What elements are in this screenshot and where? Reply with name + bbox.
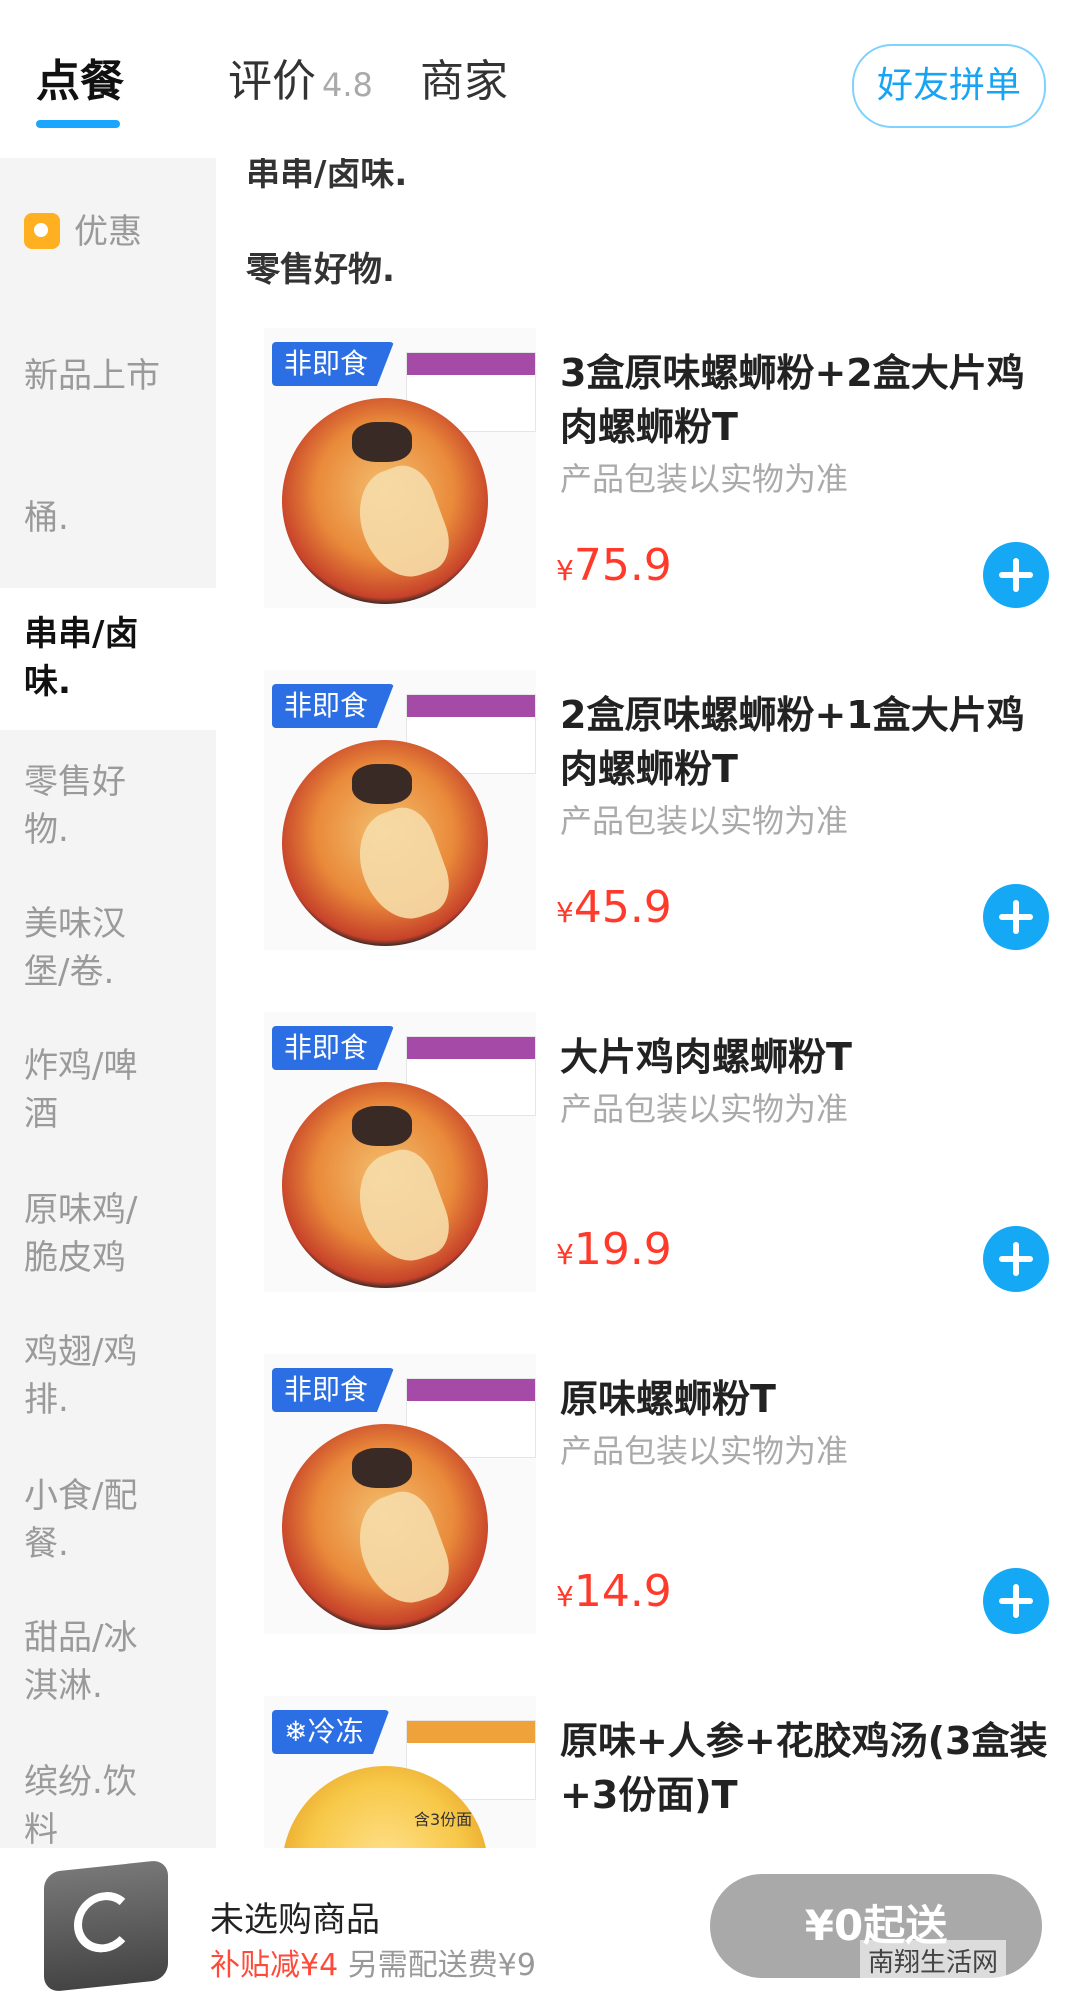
currency-symbol: ¥ [556,1238,574,1271]
currency-symbol: ¥ [556,896,574,929]
product-tag: 非即食 [272,1026,395,1070]
sidebar-item-label: 优惠 [74,212,142,252]
subsidy-text: 补贴减¥4 [210,1948,339,1983]
cart-bar: 未选购商品 补贴减¥4 另需配送费¥9 ¥0起送 南翔生活网 [0,1848,1080,2004]
price-value: 75.9 [573,540,672,591]
noodle-bowl-image [282,1082,488,1288]
watermark: 南翔生活网 [860,1940,1007,1981]
sidebar-item-bucket[interactable]: 桶. [0,494,216,542]
noodle-bowl-image [282,398,488,604]
product-image: ❄冷冻 含3份面 [264,1696,536,1848]
sidebar-item-label: 零售好物. [24,762,126,850]
noodle-bowl-image [282,1424,488,1630]
sidebar-item-retail[interactable]: 零售好物. [0,758,216,854]
product-desc: 产品包装以实物为准 [560,1432,849,1470]
logo-e-icon [74,1889,134,1956]
add-to-cart-button[interactable] [983,884,1049,950]
currency-symbol: ¥ [556,1580,574,1613]
sidebar-item-label: 原味鸡/脆皮鸡 [24,1190,138,1278]
product-price: ¥19.9 [556,1224,672,1275]
product-desc: 产品包装以实物为准 [560,1090,849,1128]
tab-order[interactable]: 点餐 [36,52,124,112]
product-desc: 产品包装以实物为准 [560,802,849,840]
category-heading: 串串/卤味. [246,158,408,194]
product-image: 非即食 [264,1354,536,1634]
tab-reviews[interactable]: 评价 4.8 [228,52,373,115]
tab-merchant[interactable]: 商家 [420,52,508,112]
sidebar-item-label: 美味汉堡/卷. [24,904,126,992]
sidebar-item-new[interactable]: 新品上市 [0,352,216,400]
price-value: 19.9 [573,1224,672,1275]
product-price: ¥75.9 [556,540,672,591]
product-desc: 产品包装以实物为准 [560,460,849,498]
add-to-cart-button[interactable] [983,1226,1049,1292]
product-card[interactable]: 非即食 3盒原味螺蛳粉+2盒大片鸡肉螺蛳粉T 产品包装以实物为准 ¥75.9 [216,328,1080,628]
product-card[interactable]: 非即食 2盒原味螺蛳粉+1盒大片鸡肉螺蛳粉T 产品包装以实物为准 ¥45.9 [216,670,1080,970]
add-to-cart-button[interactable] [983,542,1049,608]
cart-icon[interactable] [44,1859,168,1993]
product-price: ¥14.9 [556,1566,672,1617]
product-name: 大片鸡肉螺蛳粉T [560,1035,852,1079]
product-tag: 非即食 [272,342,395,386]
price-value: 45.9 [573,882,672,933]
price-value: 14.9 [573,1566,672,1617]
tab-order-label: 点餐 [36,56,124,107]
delivery-fee-text: 另需配送费¥9 [347,1948,536,1983]
product-image: 非即食 [264,670,536,950]
tab-active-indicator [36,120,120,128]
tab-reviews-label: 评价 [228,56,316,107]
product-price: ¥45.9 [556,882,672,933]
product-card[interactable]: 非即食 大片鸡肉螺蛳粉T 产品包装以实物为准 ¥19.9 [216,1012,1080,1312]
add-to-cart-button[interactable] [983,1568,1049,1634]
product-tag: 非即食 [272,1368,395,1412]
category-sidebar: 优惠 新品上市 桶. 串串/卤味. 零售好物. 美味汉堡/卷. 炸鸡/啤酒 原味… [0,158,216,1848]
sidebar-item-skewers[interactable]: 串串/卤味. [0,588,216,730]
product-name: 原味螺蛳粉T [560,1377,776,1421]
product-image: 非即食 [264,328,536,608]
sidebar-item-desserts[interactable]: 甜品/冰淇淋. [0,1614,216,1710]
delivery-info: 补贴减¥4 另需配送费¥9 [210,1940,536,1984]
sidebar-item-wings[interactable]: 鸡翅/鸡排. [0,1328,216,1424]
product-name: 原味+人参+花胶鸡汤(3盒装+3份面)T [560,1719,1048,1817]
package-note: 含3份面 [414,1810,473,1829]
cart-status: 未选购商品 [210,1900,380,1940]
product-card[interactable]: 非即食 原味螺蛳粉T 产品包装以实物为准 ¥14.9 [216,1354,1080,1654]
sidebar-item-snacks[interactable]: 小食/配餐. [0,1472,216,1568]
product-name: 2盒原味螺蛳粉+1盒大片鸡肉螺蛳粉T [560,693,1025,791]
product-tag: 非即食 [272,684,395,728]
product-list: 串串/卤味. 零售好物. 非即食 3盒原味螺蛳粉+2盒大片鸡肉螺蛳粉T 产品包装… [216,158,1080,1848]
sidebar-item-label: 小食/配餐. [24,1476,138,1564]
sidebar-item-label: 缤纷.饮料 [24,1762,137,1848]
group-order-button[interactable]: 好友拼单 [852,44,1046,128]
product-tag: ❄冷冻 [272,1710,390,1754]
currency-symbol: ¥ [556,554,574,587]
category-heading: 零售好物. [246,250,395,290]
sidebar-item-label: 炸鸡/啤酒 [24,1046,138,1134]
sidebar-item-label: 桶. [24,498,69,538]
rating-score: 4.8 [322,66,373,104]
sidebar-item-original-chicken[interactable]: 原味鸡/脆皮鸡 [0,1186,216,1282]
product-image: 非即食 [264,1012,536,1292]
sidebar-item-label: 串串/卤味. [24,614,139,702]
tag-icon [24,212,60,249]
tab-merchant-label: 商家 [420,56,508,107]
sidebar-item-label: 鸡翅/鸡排. [24,1332,138,1420]
sidebar-item-drinks[interactable]: 缤纷.饮料 [0,1758,216,1848]
top-tab-bar: 点餐 评价 4.8 商家 好友拼单 [0,0,1080,158]
sidebar-item-burgers[interactable]: 美味汉堡/卷. [0,900,216,996]
sidebar-item-promo[interactable]: 优惠 [0,208,216,256]
product-card[interactable]: ❄冷冻 含3份面 原味+人参+花胶鸡汤(3盒装+3份面)T [216,1696,1080,1848]
sidebar-item-fried-chicken[interactable]: 炸鸡/啤酒 [0,1042,216,1138]
sidebar-item-label: 新品上市 [24,356,160,396]
noodle-bowl-image [282,740,488,946]
sidebar-item-label: 甜品/冰淇淋. [24,1618,138,1706]
product-name: 3盒原味螺蛳粉+2盒大片鸡肉螺蛳粉T [560,351,1025,449]
